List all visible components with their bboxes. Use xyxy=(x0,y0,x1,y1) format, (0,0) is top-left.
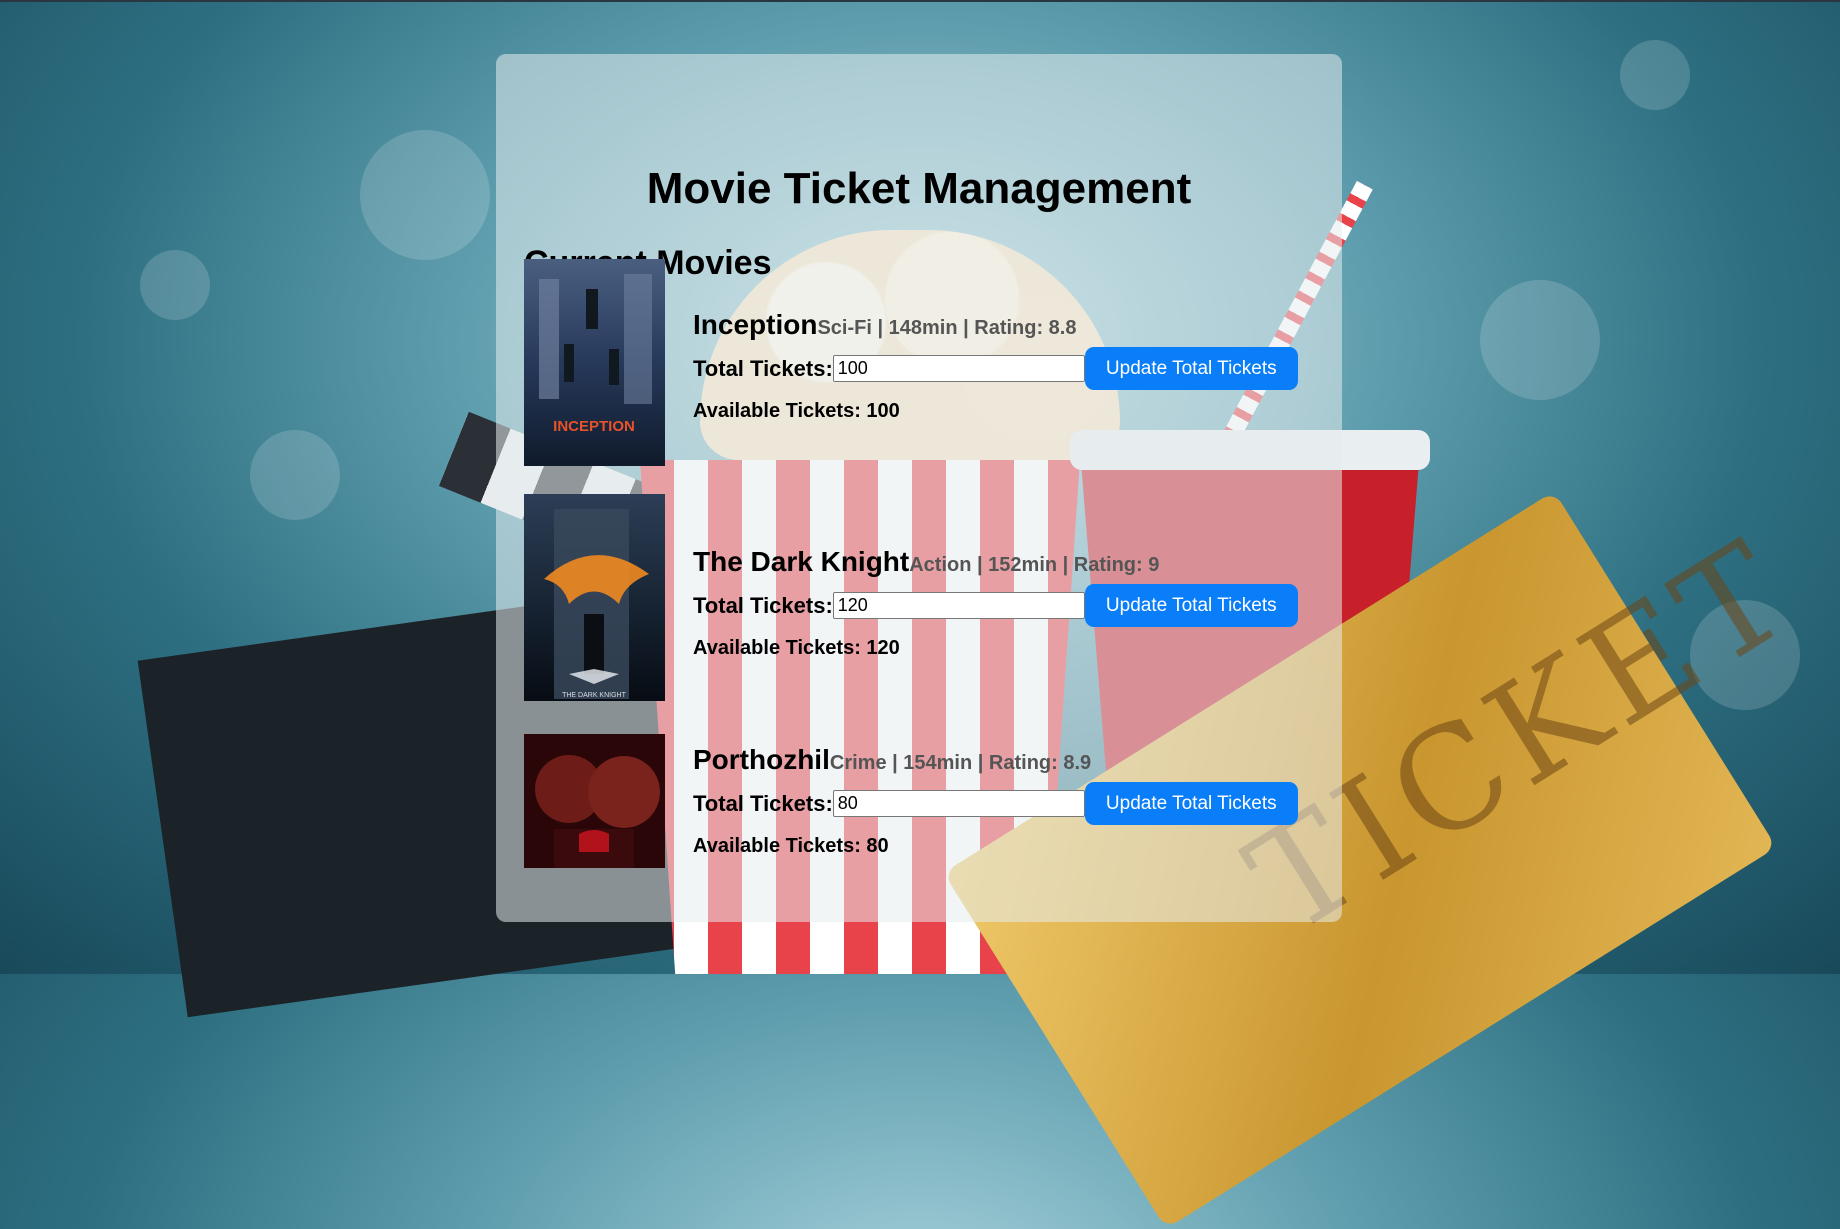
movie-title-line: InceptionSci-Fi | 148min | Rating: 8.8 xyxy=(693,309,1298,341)
poster-the-dark-knight: THE DARK KNIGHT xyxy=(524,494,665,701)
movie-info-the-dark-knight: The Dark KnightAction | 152min | Rating:… xyxy=(693,546,1298,660)
movie-meta: Action | 152min | Rating: 9 xyxy=(909,554,1160,576)
management-panel: Movie Ticket Management Current Movies xyxy=(496,54,1342,922)
available-tickets: Available Tickets: 80 xyxy=(693,835,889,857)
bokeh-light xyxy=(250,430,340,520)
movie-title-line: PorthozhilCrime | 154min | Rating: 8.9 xyxy=(693,744,1298,776)
available-tickets: Available Tickets: 120 xyxy=(693,637,900,659)
poster-porthozhil xyxy=(524,734,665,868)
bokeh-light xyxy=(1480,280,1600,400)
movie-card-inception: INCEPTION InceptionSci-Fi | 148min | Rat… xyxy=(524,259,1314,471)
movie-meta: Sci-Fi | 148min | Rating: 8.8 xyxy=(817,317,1077,339)
update-total-tickets-button[interactable]: Update Total Tickets xyxy=(1084,347,1298,390)
bokeh-light xyxy=(1620,40,1690,110)
browser-top-edge xyxy=(0,0,1840,2)
poster-the-dark-knight-title: THE DARK KNIGHT xyxy=(562,692,627,699)
movie-info-inception: InceptionSci-Fi | 148min | Rating: 8.8 T… xyxy=(693,309,1298,423)
page-title: Movie Ticket Management xyxy=(646,164,1192,213)
bokeh-light xyxy=(140,250,210,320)
total-tickets-label: Total Tickets: xyxy=(693,592,833,618)
total-tickets-label: Total Tickets: xyxy=(693,790,833,816)
movie-title-line: The Dark KnightAction | 152min | Rating:… xyxy=(693,546,1298,578)
poster-inception-title: INCEPTION xyxy=(553,418,635,435)
update-total-tickets-button[interactable]: Update Total Tickets xyxy=(1084,782,1298,825)
total-tickets-label: Total Tickets: xyxy=(693,355,833,381)
movie-meta: Crime | 154min | Rating: 8.9 xyxy=(829,752,1092,774)
total-tickets-input[interactable] xyxy=(832,355,1085,382)
movie-title: The Dark Knight xyxy=(693,546,910,577)
movie-info-porthozhil: PorthozhilCrime | 154min | Rating: 8.9 T… xyxy=(693,744,1298,858)
total-tickets-row: Total Tickets: Update Total Tickets xyxy=(693,782,1298,825)
available-tickets: Available Tickets: 100 xyxy=(693,400,900,422)
bokeh-light xyxy=(360,130,490,260)
movie-card-the-dark-knight: THE DARK KNIGHT The Dark KnightAction | … xyxy=(524,494,1314,706)
total-tickets-input[interactable] xyxy=(832,592,1085,619)
update-total-tickets-button[interactable]: Update Total Tickets xyxy=(1084,584,1298,627)
total-tickets-input[interactable] xyxy=(832,790,1085,817)
movie-title: Inception xyxy=(693,309,818,340)
movie-title: Porthozhil xyxy=(693,744,830,775)
movie-card-porthozhil: PorthozhilCrime | 154min | Rating: 8.9 T… xyxy=(524,734,1314,922)
total-tickets-row: Total Tickets: Update Total Tickets xyxy=(693,584,1298,627)
total-tickets-row: Total Tickets: Update Total Tickets xyxy=(693,347,1298,390)
poster-inception: INCEPTION xyxy=(524,259,665,466)
